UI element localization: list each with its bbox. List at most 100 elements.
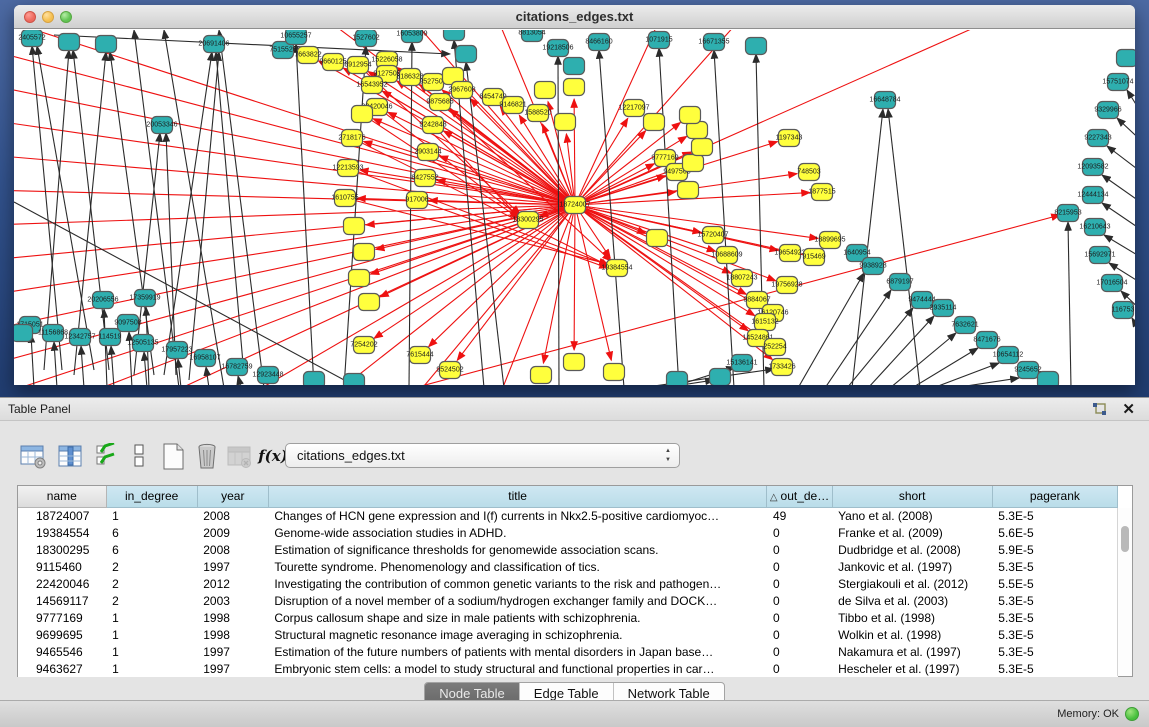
function-builder-icon[interactable]: f(x) xyxy=(258,441,288,471)
network-node[interactable] xyxy=(746,38,767,55)
table-cell[interactable]: 5.3E-5 xyxy=(992,592,1117,609)
network-node[interactable]: 9097508 xyxy=(114,315,141,332)
table-cell[interactable]: 9463627 xyxy=(18,660,106,677)
network-node[interactable]: 114519 xyxy=(99,329,122,346)
table-row[interactable]: 1872400712008Changes of HCN gene express… xyxy=(18,507,1118,524)
network-node[interactable]: 252254 xyxy=(763,339,786,356)
table-cell[interactable]: Wolkin et al. (1998) xyxy=(832,626,992,643)
network-node[interactable]: 9146821 xyxy=(499,97,526,114)
network-node[interactable] xyxy=(1117,50,1136,67)
new-column-icon[interactable] xyxy=(158,441,188,471)
table-cell[interactable]: 1998 xyxy=(197,626,268,643)
column-header-name[interactable]: name xyxy=(18,486,106,507)
table-cell[interactable]: 18724007 xyxy=(18,507,106,524)
table-cell[interactable]: 1 xyxy=(106,643,197,660)
network-node[interactable]: 15136141 xyxy=(726,355,757,372)
table-cell[interactable]: 5.3E-5 xyxy=(992,558,1117,575)
network-node[interactable]: 1610755 xyxy=(331,190,358,207)
table-cell[interactable]: 5.3E-5 xyxy=(992,507,1117,524)
network-node[interactable] xyxy=(710,369,731,386)
network-node[interactable] xyxy=(667,372,688,386)
table-cell[interactable]: 5.3E-5 xyxy=(992,660,1117,677)
network-node[interactable] xyxy=(349,270,370,287)
network-node[interactable]: 12217097 xyxy=(618,100,649,117)
network-node[interactable]: 17359919 xyxy=(129,290,160,307)
table-cell[interactable]: 0 xyxy=(767,592,832,609)
table-cell[interactable]: 18300295 xyxy=(18,541,106,558)
table-row[interactable]: 977716911998Corpus callosum shape and si… xyxy=(18,609,1118,626)
network-node[interactable]: 1733426 xyxy=(768,359,795,376)
table-cell[interactable]: 22420046 xyxy=(18,575,106,592)
table-cell[interactable]: 6 xyxy=(106,524,197,541)
network-node[interactable] xyxy=(678,182,699,199)
table-cell[interactable]: 0 xyxy=(767,609,832,626)
network-node[interactable]: 1877515 xyxy=(808,184,835,201)
table-cell[interactable]: 9465546 xyxy=(18,643,106,660)
network-node[interactable]: 8471676 xyxy=(973,332,1000,349)
network-node[interactable]: 17016504 xyxy=(1096,275,1127,292)
network-node[interactable]: 18899695 xyxy=(814,232,845,249)
network-node[interactable]: 10654112 xyxy=(993,347,1024,364)
select-all-columns-icon[interactable] xyxy=(93,441,123,471)
network-node[interactable]: 8215953 xyxy=(1054,205,1081,222)
table-cell[interactable]: 0 xyxy=(767,626,832,643)
table-cell[interactable]: 2003 xyxy=(197,592,268,609)
table-cell[interactable]: Disruption of a novel member of a sodium… xyxy=(268,592,767,609)
network-node[interactable]: 9660125 xyxy=(319,54,346,71)
table-cell[interactable]: 0 xyxy=(767,660,832,677)
table-cell[interactable]: Tibbo et al. (1998) xyxy=(832,609,992,626)
network-node[interactable] xyxy=(352,106,373,123)
table-cell[interactable]: 14569117 xyxy=(18,592,106,609)
table-cell[interactable]: 6 xyxy=(106,541,197,558)
table-cell[interactable]: 1 xyxy=(106,609,197,626)
network-node[interactable] xyxy=(14,325,33,342)
table-cell[interactable]: 1 xyxy=(106,507,197,524)
column-visibility-icon[interactable] xyxy=(55,441,85,471)
table-cell[interactable]: Changes of HCN gene expression and I(f) … xyxy=(268,507,767,524)
network-node[interactable]: 9875685 xyxy=(426,94,453,111)
deselect-all-columns-icon[interactable] xyxy=(124,441,154,471)
network-node[interactable] xyxy=(564,58,585,75)
network-node[interactable] xyxy=(1038,372,1059,386)
network-node[interactable]: 2903144 xyxy=(414,144,441,161)
memory-status[interactable]: Memory: OK xyxy=(1057,707,1139,721)
table-cell[interactable]: 5.6E-5 xyxy=(992,524,1117,541)
network-node[interactable]: 7663822 xyxy=(294,47,321,64)
network-node[interactable]: 748503 xyxy=(797,164,820,181)
table-row[interactable]: 2242004622012Investigating the contribut… xyxy=(18,575,1118,592)
network-node[interactable]: 7254202 xyxy=(350,337,377,354)
network-node[interactable]: 12923448 xyxy=(252,367,283,384)
table-cell[interactable]: 1998 xyxy=(197,609,268,626)
network-node[interactable]: 2967608 xyxy=(448,82,475,99)
table-cell[interactable]: 9115460 xyxy=(18,558,106,575)
table-scrollbar[interactable] xyxy=(1117,508,1132,676)
table-cell[interactable]: 0 xyxy=(767,524,832,541)
network-node[interactable] xyxy=(531,367,552,384)
network-node[interactable] xyxy=(564,79,585,96)
network-node[interactable] xyxy=(564,354,585,371)
table-cell[interactable]: Investigating the contribution of common… xyxy=(268,575,767,592)
network-node[interactable] xyxy=(96,36,117,53)
network-node[interactable]: 19654923 xyxy=(774,245,805,262)
network-node[interactable]: 12444134 xyxy=(1077,187,1108,204)
network-node[interactable]: 20691406 xyxy=(198,36,229,53)
table-cell[interactable]: Estimation of the future numbers of pati… xyxy=(268,643,767,660)
close-panel-icon[interactable]: ✕ xyxy=(1122,400,1135,418)
network-node[interactable]: 20206556 xyxy=(87,292,118,309)
network-node[interactable] xyxy=(359,294,380,311)
network-node[interactable]: 917006 xyxy=(405,192,428,209)
network-node[interactable]: 20053346 xyxy=(146,117,177,134)
network-node[interactable]: 1071915 xyxy=(645,32,672,49)
network-node[interactable] xyxy=(344,374,365,386)
network-node[interactable]: 2718176 xyxy=(338,130,365,147)
network-node[interactable]: 15692971 xyxy=(1084,247,1115,264)
table-cell[interactable]: 0 xyxy=(767,643,832,660)
table-row[interactable]: 946362711997Embryonic stem cells: a mode… xyxy=(18,660,1118,677)
table-cell[interactable]: Franke et al. (2009) xyxy=(832,524,992,541)
network-node[interactable]: 1527602 xyxy=(352,30,379,47)
network-node[interactable]: 15720407 xyxy=(697,227,728,244)
network-node[interactable]: 9227343 xyxy=(1084,130,1111,147)
network-node[interactable]: 15751074 xyxy=(1102,74,1133,91)
table-cell[interactable]: 9777169 xyxy=(18,609,106,626)
network-node[interactable]: 12505135 xyxy=(127,335,158,352)
